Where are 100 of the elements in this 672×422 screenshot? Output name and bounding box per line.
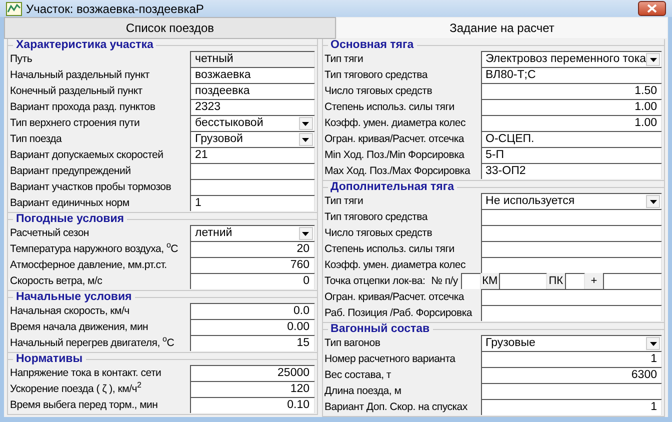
field-label: Атмосферное давление, мм.рт.ст. xyxy=(10,259,168,271)
field-label: ПК xyxy=(548,275,564,287)
field-label: Тип тяги xyxy=(324,53,364,65)
close-button[interactable] xyxy=(638,1,666,16)
input-field[interactable] xyxy=(564,273,585,289)
input-field[interactable]: ВЛ80-Т;С xyxy=(480,67,662,83)
field-label: Степень использ. силы тяги xyxy=(324,101,456,113)
input-field[interactable] xyxy=(480,257,662,273)
section-title: Дополнительная тяга xyxy=(330,181,456,193)
dropdown[interactable]: Грузовой xyxy=(190,131,315,147)
input-field[interactable]: 33-ОП2 xyxy=(480,163,662,179)
field-label: Путь xyxy=(10,53,34,65)
section-title: Основная тяга xyxy=(330,39,415,51)
input-field[interactable] xyxy=(480,289,662,305)
field-label: Длина поезда, м xyxy=(324,385,402,397)
input-field[interactable]: 1.50 xyxy=(480,83,662,99)
input-field[interactable]: 1 xyxy=(480,351,662,367)
input-field[interactable]: 1 xyxy=(190,195,315,211)
field-label: Время начала движения, мин xyxy=(10,321,150,333)
input-field[interactable]: 0 xyxy=(190,273,315,289)
chart-icon xyxy=(6,2,22,16)
field-label: Расчетный сезон xyxy=(10,227,90,239)
field-label: Начальная скорость, км/ч xyxy=(10,305,130,317)
tab[interactable]: Задание на расчет xyxy=(336,17,668,39)
field-label: Номер расчетного варианта xyxy=(324,353,456,365)
input-field[interactable]: 760 xyxy=(190,257,315,273)
field-label: Температура наружного воздуха, $^{o}$C xyxy=(10,243,180,255)
input-field[interactable]: 1 xyxy=(480,399,662,415)
field-label: КМ xyxy=(481,275,499,287)
input-field[interactable]: 6300 xyxy=(480,367,662,383)
field-label: Тип тяги xyxy=(324,195,364,207)
dropdown[interactable]: Не используется xyxy=(480,193,662,209)
input-field[interactable] xyxy=(498,273,547,289)
input-field[interactable] xyxy=(480,305,662,321)
field-label: Тип поезда xyxy=(10,133,63,145)
section-title: Нормативы xyxy=(15,353,84,365)
section-title: Начальные условия xyxy=(15,291,133,303)
input-field[interactable]: 20 xyxy=(190,241,315,257)
field-label: Коэфф. умен. диаметра колес xyxy=(324,117,466,129)
tab[interactable]: Список поездов xyxy=(4,17,336,39)
field-label: Min Ход. Поз./Min Форсировка xyxy=(324,149,466,161)
input-field[interactable]: 2323 xyxy=(190,99,315,115)
field-label: Вариант Доп. Скор. на спусках xyxy=(324,401,468,413)
dropdown[interactable]: бесстыковой xyxy=(190,115,315,131)
field-label: Огран. кривая/Расчет. отсечка xyxy=(324,291,466,303)
field-label: Вариант единичных норм xyxy=(10,197,130,209)
field-label: Тип тягового средства xyxy=(324,69,429,81)
input-field[interactable] xyxy=(460,273,481,289)
input-field[interactable]: 15 xyxy=(190,335,315,351)
input-field[interactable]: 0.0 xyxy=(190,303,315,319)
field-label: Тип вагонов xyxy=(324,337,382,349)
field-label: Ускорение поезда ( ζ ), км/ч$^{2}$ xyxy=(10,383,142,395)
input-field[interactable]: 120 xyxy=(190,381,315,397)
input-field[interactable] xyxy=(480,241,662,257)
field-label: Скорость ветра, м/с xyxy=(10,275,104,287)
field-label: Max Ход. Поз./Max Форсировка xyxy=(324,165,472,177)
input-field[interactable]: О-СЦЕП. xyxy=(480,131,662,147)
caret-icon xyxy=(302,232,310,236)
section-title: Характеристика участка xyxy=(15,39,154,51)
dropdown[interactable]: летний xyxy=(190,225,315,241)
section-title: Погодные условия xyxy=(15,213,125,225)
caret-icon xyxy=(650,58,656,62)
field-label: + xyxy=(590,275,598,287)
caret-icon xyxy=(302,138,310,142)
input-field[interactable]: 21 xyxy=(190,147,315,163)
window-title: Участок: возжаевка-поздеевкаР xyxy=(26,2,205,16)
input-field[interactable]: 25000 xyxy=(190,365,315,381)
input-field[interactable]: поздеевка xyxy=(190,83,315,99)
input-field[interactable]: 0.00 xyxy=(190,319,315,335)
field-label: Степень использ. силы тяги xyxy=(324,243,456,255)
dropdown[interactable]: Электровоз переменного тока xyxy=(480,51,662,67)
caret-icon xyxy=(302,122,310,126)
field-label: Коэфф. умен. диаметра колес xyxy=(324,259,466,271)
dropdown[interactable]: Грузовые xyxy=(480,335,662,351)
input-field[interactable]: возжаевка xyxy=(190,67,315,83)
field-label: Вес состава, т xyxy=(324,369,392,381)
field-label: Начальный перегрев двигателя, $^{o}$C xyxy=(10,337,176,349)
input-field[interactable]: 1.00 xyxy=(480,99,662,115)
input-field[interactable] xyxy=(480,383,662,399)
input-field[interactable]: 0.10 xyxy=(190,397,315,413)
field-label: Раб. Позиция /Раб. Форсировка xyxy=(324,307,474,319)
input-field[interactable] xyxy=(190,179,315,195)
close-icon xyxy=(647,4,657,13)
input-field[interactable] xyxy=(602,273,662,289)
caret-icon xyxy=(650,342,656,346)
input-field[interactable] xyxy=(480,209,662,225)
caret-icon xyxy=(650,200,656,204)
input-field[interactable]: 5-П xyxy=(480,147,662,163)
input-field[interactable] xyxy=(190,163,315,179)
field-label: Начальный раздельный пункт xyxy=(10,69,150,81)
field-label: № п/у xyxy=(431,275,458,287)
field-label: Тип верхнего строения пути xyxy=(10,117,141,129)
field-label: Число тяговых средств xyxy=(324,227,434,239)
field-label: Вариант предупреждений xyxy=(10,165,132,177)
field-label: Вариант прохода разд. пунктов xyxy=(10,101,156,113)
field-label: Точка отцепки лок-ва: xyxy=(324,275,426,287)
input-field[interactable]: четный xyxy=(190,51,315,67)
input-field[interactable] xyxy=(480,225,662,241)
input-field[interactable]: 1.00 xyxy=(480,115,662,131)
field-label: Вариант допускаемых скоростей xyxy=(10,149,164,161)
